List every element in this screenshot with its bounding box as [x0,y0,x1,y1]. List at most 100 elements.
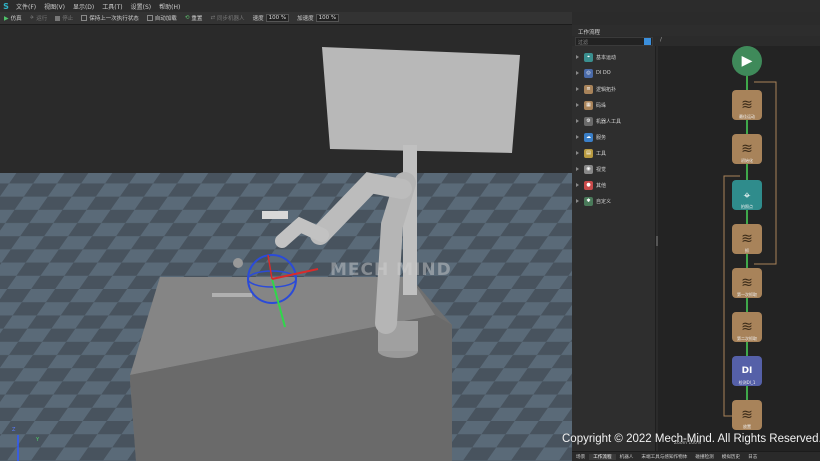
accel-control: 加速度 100 % [293,14,343,22]
checkbox-icon [146,15,153,21]
workflow-canvas[interactable]: ▶ ≋ 最佳运动 ≋ 初始化 ⌖ 拍照点 ≋ 抓 ≋ 第一次抓取 ≋ 第二次抓取… [658,46,820,451]
run-label: 运行 [36,16,48,22]
play-icon: ▶ [4,14,9,22]
toolbox-item-label: 服务 [596,134,607,141]
menu-tools[interactable]: 工具(T) [98,2,126,11]
play-icon: ▶ [741,53,753,69]
run-button[interactable]: ✈ 运行 [26,14,52,22]
toolbar: ▶ 仿真 ✈ 运行 停止 保持上一次执行状态 自动加载 ⟲ 重置 ⇄ 同步机器人… [0,12,572,25]
keep-state-label: 保持上一次执行状态 [89,16,139,22]
tab-scene[interactable]: 场景 [572,454,589,460]
tab-workflow[interactable]: 工作流程 [589,453,616,460]
flow-path: / [660,37,662,43]
toolbox-icon: ▤ [584,148,593,158]
run-icon: ✈ [29,15,35,21]
flow-step-label: 第二次抓取 [737,336,757,341]
keep-state-checkbox[interactable]: 保持上一次执行状态 [77,14,143,22]
menu-help[interactable]: 帮助(H) [155,2,184,11]
camera-icon: ◉ [584,164,593,174]
expand-arrow-icon[interactable] [576,151,579,155]
accel-label: 加速度 [297,16,314,22]
toolbox-item-robot-tool[interactable]: ⚙ 机器人工具 [576,114,621,128]
sync-robot-button[interactable]: ⇄ 同步机器人 [206,14,248,22]
reset-label: 重置 [191,16,203,22]
layers-icon: ≋ [741,141,753,157]
stop-button[interactable]: 停止 [51,14,77,22]
sync-icon: ⇄ [210,15,216,21]
cloud-icon: ☁ [584,132,593,142]
toolbox-item-other[interactable]: ● 其他 [576,178,606,192]
stop-icon [55,15,61,21]
menu-bar: S 文件(F) 视图(V) 显示(D) 工具(T) 设置(S) 帮助(H) [0,0,820,12]
pallet-icon: ▦ [584,100,593,110]
menu-view[interactable]: 视图(V) [40,2,69,11]
layers-icon: ≋ [741,275,753,291]
toolbox-item-label: 自定义 [596,198,612,205]
tab-sim-history[interactable]: 模拟历史 [718,454,744,460]
3d-viewport[interactable]: MECH MIND Z Y [0,25,572,461]
layers-icon: ≡ [584,84,593,94]
toolbox-item-di-do[interactable]: ◎ DI DO [576,66,611,80]
toolbox-item-logic[interactable]: ≡ 逻辑拓扑 [576,82,616,96]
toolbox-item-label: 其他 [596,182,607,189]
expand-arrow-icon[interactable] [576,103,579,107]
location-pin-icon: ⌖ [584,52,593,62]
toolbox-item-palletizing[interactable]: ▦ 码垛 [576,98,606,112]
reset-button[interactable]: ⟲ 重置 [181,14,207,22]
auto-load-checkbox[interactable]: 自动加载 [143,14,181,22]
circle-icon: ● [584,180,593,190]
gear-icon: ✱ [584,196,593,206]
app-logo-icon: S [3,1,9,11]
tab-robot[interactable]: 机器人 [616,454,638,460]
toolbox-item-service[interactable]: ☁ 服务 [576,130,606,144]
speed-input[interactable]: 100 % [265,14,290,22]
flow-step-label: 最佳运动 [739,114,755,119]
robot-tool-icon: ⚙ [584,116,593,126]
expand-arrow-icon[interactable] [576,183,579,187]
layers-icon: ≋ [741,407,753,423]
auto-load-label: 自动加载 [154,16,177,22]
toolbox-search-input[interactable]: 过滤 [575,37,653,46]
flow-step-label: 检测DI_1 [738,380,756,385]
start-node[interactable]: ▶ [732,46,762,76]
toolbox: ⌖ 基本运动 ◎ DI DO ≡ 逻辑拓扑 ▦ 码垛 ⚙ 机器人工具 ☁ 服务 … [572,46,656,451]
accel-input[interactable]: 100 % [315,14,340,22]
expand-arrow-icon[interactable] [576,71,579,75]
expand-arrow-icon[interactable] [576,119,579,123]
watermark: MECH MIND [330,260,452,280]
expand-arrow-icon[interactable] [576,167,579,171]
menu-display[interactable]: 显示(D) [69,2,98,11]
speed-label: 速度 [252,16,264,22]
axis-z-label: Z [12,427,16,433]
expand-arrow-icon[interactable] [576,135,579,139]
tab-collision[interactable]: 碰撞检测 [691,454,717,460]
simulate-button[interactable]: ▶ 仿真 [0,14,26,23]
flow-step-label: 放置 [743,424,751,429]
toolbox-item-label: 基本运动 [596,54,617,61]
tab-log[interactable]: 日志 [744,454,761,460]
tab-end-tool[interactable]: 末端工具与感知作物体 [637,454,691,460]
toolbox-item-label: 码垛 [596,102,607,109]
panel-title: 工作流程 [572,25,820,36]
search-icon[interactable] [644,38,651,45]
checkbox-icon [81,15,88,21]
menu-file[interactable]: 文件(F) [12,2,40,11]
expand-arrow-icon[interactable] [576,199,579,203]
menu-settings[interactable]: 设置(S) [127,2,156,11]
simulate-label: 仿真 [10,16,22,22]
toolbox-item-tools[interactable]: ▤ 工具 [576,146,606,160]
toolbox-item-custom[interactable]: ✱ 自定义 [576,194,611,208]
toolbox-item-label: DI DO [596,70,611,76]
toolbox-item-label: 机器人工具 [596,118,622,125]
toolbox-item-label: 视觉 [596,166,607,173]
expand-arrow-icon[interactable] [576,87,579,91]
flow-step-label: 拍照点 [741,204,753,209]
layers-icon: ≋ [741,231,753,247]
io-icon: ◎ [584,68,593,78]
expand-arrow-icon[interactable] [576,55,579,59]
toolbox-item-vision[interactable]: ◉ 视觉 [576,162,606,176]
stop-label: 停止 [62,16,74,22]
reset-icon: ⟲ [184,15,190,21]
toolbox-item-basic-motion[interactable]: ⌖ 基本运动 [576,50,616,64]
copyright-overlay: Copyright © 2022 Mech-Mind. All Rights R… [562,433,820,445]
